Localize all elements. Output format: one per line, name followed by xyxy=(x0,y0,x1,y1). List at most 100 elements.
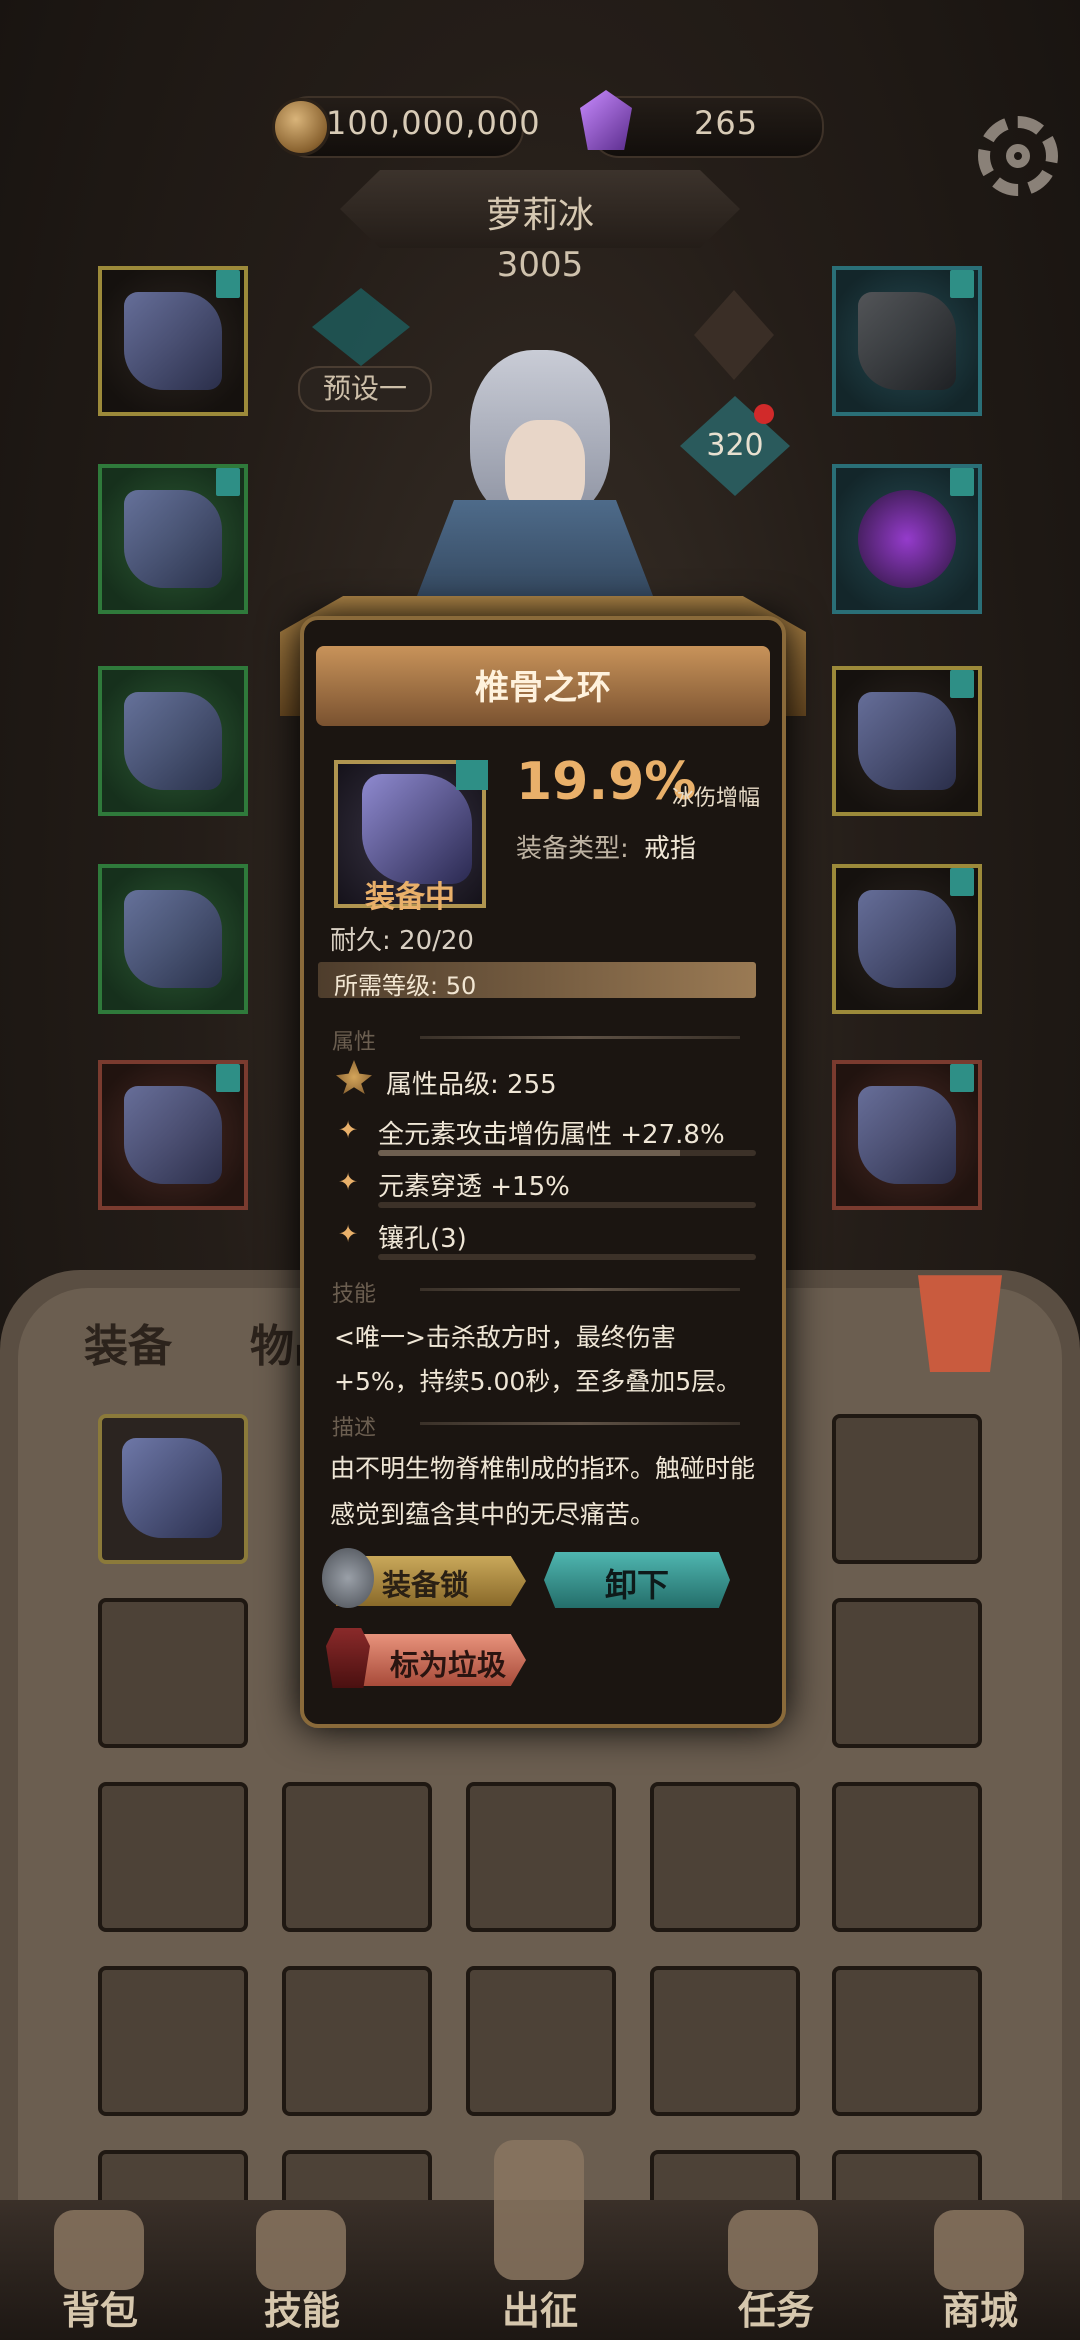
required-level: 所需等级: 50 xyxy=(334,972,477,1000)
inventory-slot[interactable] xyxy=(98,1782,248,1932)
slot-tag-icon xyxy=(950,270,974,298)
staff-item-icon xyxy=(858,890,956,988)
section-attributes: 属性 xyxy=(332,1030,377,1055)
equip-slot-left-5[interactable] xyxy=(98,1060,248,1210)
mark-trash-label[interactable]: 标为垃圾 xyxy=(390,1642,506,1684)
equip-lock-label[interactable]: 装备锁 xyxy=(382,1562,469,1604)
shop-crown-icon[interactable] xyxy=(934,2210,1024,2290)
item-name: 椎骨之环 xyxy=(475,668,611,708)
inventory-slot[interactable] xyxy=(98,1414,248,1564)
lock-icon[interactable] xyxy=(322,1548,374,1608)
inventory-slot[interactable] xyxy=(282,1966,432,2116)
inventory-slot[interactable] xyxy=(832,1782,982,1932)
affix-1-fill xyxy=(378,1150,681,1156)
affix-1-bar xyxy=(378,1150,756,1156)
slot-tag-icon xyxy=(950,468,974,496)
slot-tag-icon xyxy=(950,1064,974,1092)
affix-2-bar xyxy=(378,1202,756,1208)
ring-item-icon xyxy=(122,1438,222,1538)
gauntlet-item-icon xyxy=(858,490,956,588)
description-text: 由不明生物脊椎制成的指环。触碰时能感觉到蕴含其中的无尽痛苦。 xyxy=(330,1454,756,1529)
durability: 耐久: 20/20 xyxy=(330,926,474,956)
skill-text: <唯一>击杀敌方时，最终伤害+5%，持续5.00秒，至多叠加5层。 xyxy=(334,1323,742,1396)
bracer-item-icon xyxy=(124,692,222,790)
affix-1: 全元素攻击增伤属性 +27.8% xyxy=(378,1120,725,1150)
nav-shop[interactable]: 商城 xyxy=(920,2280,1040,2335)
gem-amount: 265 xyxy=(694,104,759,142)
unequip-label[interactable]: 卸下 xyxy=(544,1560,730,1606)
level-badge-number: 320 xyxy=(706,428,764,463)
section-skill: 技能 xyxy=(332,1282,377,1307)
section-divider xyxy=(420,1288,740,1291)
affix-star-icon: ✦ xyxy=(338,1220,359,1248)
attribute-grade: 属性品级: 255 xyxy=(386,1070,557,1100)
nav-skills[interactable]: 技能 xyxy=(242,2280,362,2335)
inventory-slot[interactable] xyxy=(832,1414,982,1564)
preset-emblem-icon[interactable] xyxy=(312,288,410,366)
inventory-slot[interactable] xyxy=(282,1782,432,1932)
tab-equipment[interactable]: 装备 xyxy=(84,1310,172,1374)
shield-item-icon xyxy=(858,1086,956,1184)
equip-slot-left-3[interactable] xyxy=(98,666,248,816)
ring-item-icon xyxy=(124,292,222,390)
inventory-slot[interactable] xyxy=(832,1966,982,2116)
inventory-slot[interactable] xyxy=(832,1598,982,1748)
backpack-icon[interactable] xyxy=(54,2210,144,2290)
equip-slot-right-5[interactable] xyxy=(832,1060,982,1210)
equip-slot-left-2[interactable] xyxy=(98,464,248,614)
affix-2: 元素穿透 +15% xyxy=(378,1172,570,1202)
equip-slot-right-2[interactable] xyxy=(832,464,982,614)
equip-slot-right-3[interactable] xyxy=(832,666,982,816)
leg-armor-item-icon xyxy=(124,890,222,988)
gold-amount: 100,000,000 xyxy=(326,104,541,142)
affix-3: 镶孔(3) xyxy=(378,1224,467,1254)
slot-tag-icon xyxy=(216,1064,240,1092)
quest-scroll-icon[interactable] xyxy=(728,2210,818,2290)
vertebra-ring-icon xyxy=(362,774,472,884)
section-divider xyxy=(420,1422,740,1425)
bone-item-icon xyxy=(124,1086,222,1184)
direction-badge-icon[interactable] xyxy=(694,290,774,380)
settings-gear-icon[interactable] xyxy=(978,116,1058,196)
slot-tag-icon xyxy=(216,468,240,496)
inventory-slot[interactable] xyxy=(650,1966,800,2116)
affix-star-icon: ✦ xyxy=(338,1116,359,1144)
character-power: 3005 xyxy=(496,245,584,285)
item-type-key: 装备类型: xyxy=(516,834,629,864)
armor-item-icon xyxy=(124,490,222,588)
equip-slot-left-4[interactable] xyxy=(98,864,248,1014)
skill-book-icon[interactable] xyxy=(256,2210,346,2290)
affix-3-bar xyxy=(378,1254,756,1260)
inventory-slot[interactable] xyxy=(466,1782,616,1932)
preset-button[interactable]: 预设一 xyxy=(298,366,432,412)
inventory-slot[interactable] xyxy=(650,1782,800,1932)
section-description: 描述 xyxy=(332,1416,377,1441)
equipped-status: 装备中 xyxy=(365,880,455,915)
trash-bag-icon[interactable] xyxy=(326,1628,370,1688)
equip-slot-left-1[interactable] xyxy=(98,266,248,416)
slot-tag-icon xyxy=(950,670,974,698)
game-screen: 100,000,000 265 萝莉冰 3005 预设一 320 装备 物品 背… xyxy=(0,0,1080,2340)
slot-tag-icon xyxy=(216,270,240,298)
main-stat-value: 19.9% xyxy=(516,752,697,812)
sword-expedition-icon[interactable] xyxy=(494,2140,584,2280)
slot-tag-icon xyxy=(950,868,974,896)
nav-expedition[interactable]: 出征 xyxy=(480,2280,600,2335)
character-name: 萝莉冰 xyxy=(485,195,594,236)
equip-slot-right-4[interactable] xyxy=(832,864,982,1014)
item-type-value: 戒指 xyxy=(644,834,697,864)
gold-coin-icon xyxy=(272,98,330,156)
nav-quests[interactable]: 任务 xyxy=(716,2280,836,2335)
notification-dot xyxy=(754,404,774,424)
main-stat-label: 冰伤增幅 xyxy=(672,786,761,811)
nav-bag[interactable]: 背包 xyxy=(40,2280,160,2335)
equip-slot-right-1[interactable] xyxy=(832,266,982,416)
helmet-item-icon xyxy=(858,292,956,390)
inventory-slot[interactable] xyxy=(466,1966,616,2116)
section-divider xyxy=(420,1036,740,1039)
item-tag-icon xyxy=(456,760,488,790)
inventory-slot[interactable] xyxy=(98,1966,248,2116)
ring-item-icon xyxy=(858,692,956,790)
affix-star-icon: ✦ xyxy=(338,1168,359,1196)
inventory-slot[interactable] xyxy=(98,1598,248,1748)
